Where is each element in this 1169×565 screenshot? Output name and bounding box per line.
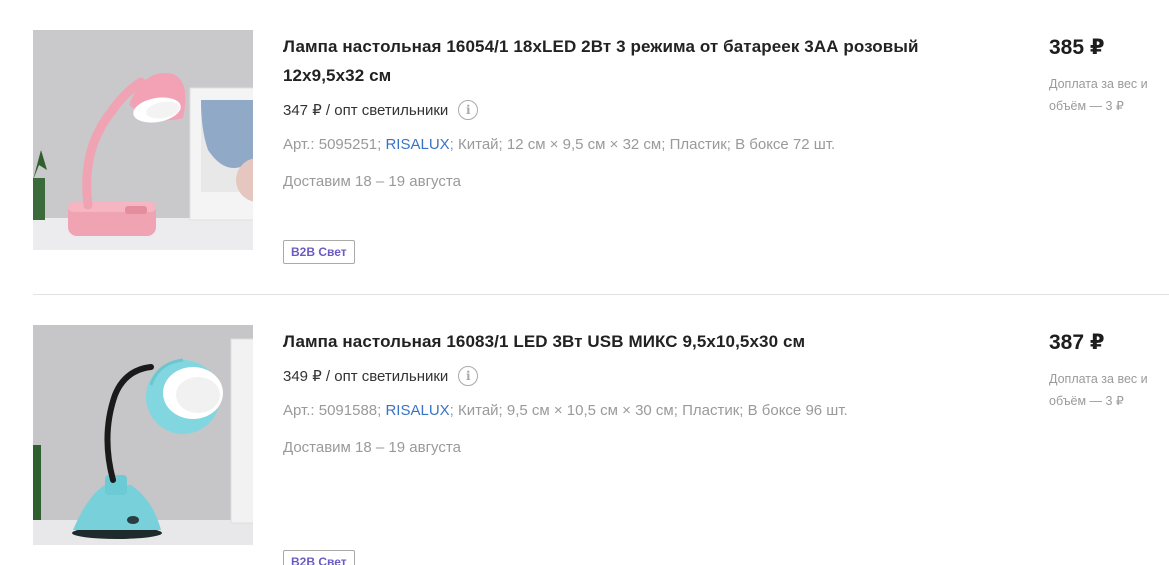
product-title[interactable]: Лампа настольная 16083/1 LED 3Вт USB МИК…: [283, 327, 983, 356]
turquoise-lamp-image: [33, 325, 253, 545]
product-title[interactable]: Лампа настольная 16054/1 18xLED 2Вт 3 ре…: [283, 32, 963, 90]
product-info: Лампа настольная 16054/1 18xLED 2Вт 3 ре…: [283, 32, 983, 264]
wholesale-price-line: 347 ₽ / опт светильники i: [283, 99, 983, 121]
wholesale-price: 347 ₽ / опт светильники: [283, 102, 449, 119]
product-price: 387 ₽: [1049, 331, 1105, 354]
price-column: 385 ₽ Доплата за вес и объём — 3 ₽: [1049, 34, 1169, 117]
brand-link[interactable]: RISALUX: [385, 402, 449, 419]
product-info: Лампа настольная 16083/1 LED 3Вт USB МИК…: [283, 327, 983, 565]
info-icon[interactable]: i: [458, 100, 479, 120]
weight-surcharge: Доплата за вес и объём — 3 ₽: [1049, 372, 1148, 408]
wholesale-price: 349 ₽ / опт светильники: [283, 368, 449, 385]
article-number: Арт.: 5095251;: [283, 136, 386, 153]
b2b-badge[interactable]: B2B Свет: [283, 550, 355, 565]
product-specs: Арт.: 5091588; RISALUX; Китай; 9,5 см × …: [283, 402, 983, 424]
product-specs: Арт.: 5095251; RISALUX; Китай; 12 см × 9…: [283, 136, 983, 158]
brand-link[interactable]: RISALUX: [385, 136, 449, 153]
wholesale-price-line: 349 ₽ / опт светильники i: [283, 365, 983, 387]
pink-lamp-image: [33, 30, 253, 250]
b2b-badge[interactable]: B2B Свет: [283, 240, 355, 264]
article-number: Арт.: 5091588;: [283, 402, 386, 419]
delivery-date: Доставим 18 – 19 августа: [283, 439, 461, 456]
product-image[interactable]: [33, 30, 253, 250]
price-column: 387 ₽ Доплата за вес и объём — 3 ₽: [1049, 329, 1169, 412]
delivery-date: Доставим 18 – 19 августа: [283, 173, 461, 190]
product-price: 385 ₽: [1049, 36, 1105, 59]
weight-surcharge: Доплата за вес и объём — 3 ₽: [1049, 77, 1148, 113]
product-image[interactable]: [33, 325, 253, 545]
product-card: Лампа настольная 16054/1 18xLED 2Вт 3 ре…: [0, 0, 1169, 294]
info-icon[interactable]: i: [458, 366, 479, 386]
product-card: Лампа настольная 16083/1 LED 3Вт USB МИК…: [0, 295, 1169, 565]
product-attributes: ; Китай; 12 см × 9,5 см × 32 см; Пластик…: [449, 136, 836, 153]
product-attributes: ; Китай; 9,5 см × 10,5 см × 30 см; Пласт…: [449, 402, 848, 419]
